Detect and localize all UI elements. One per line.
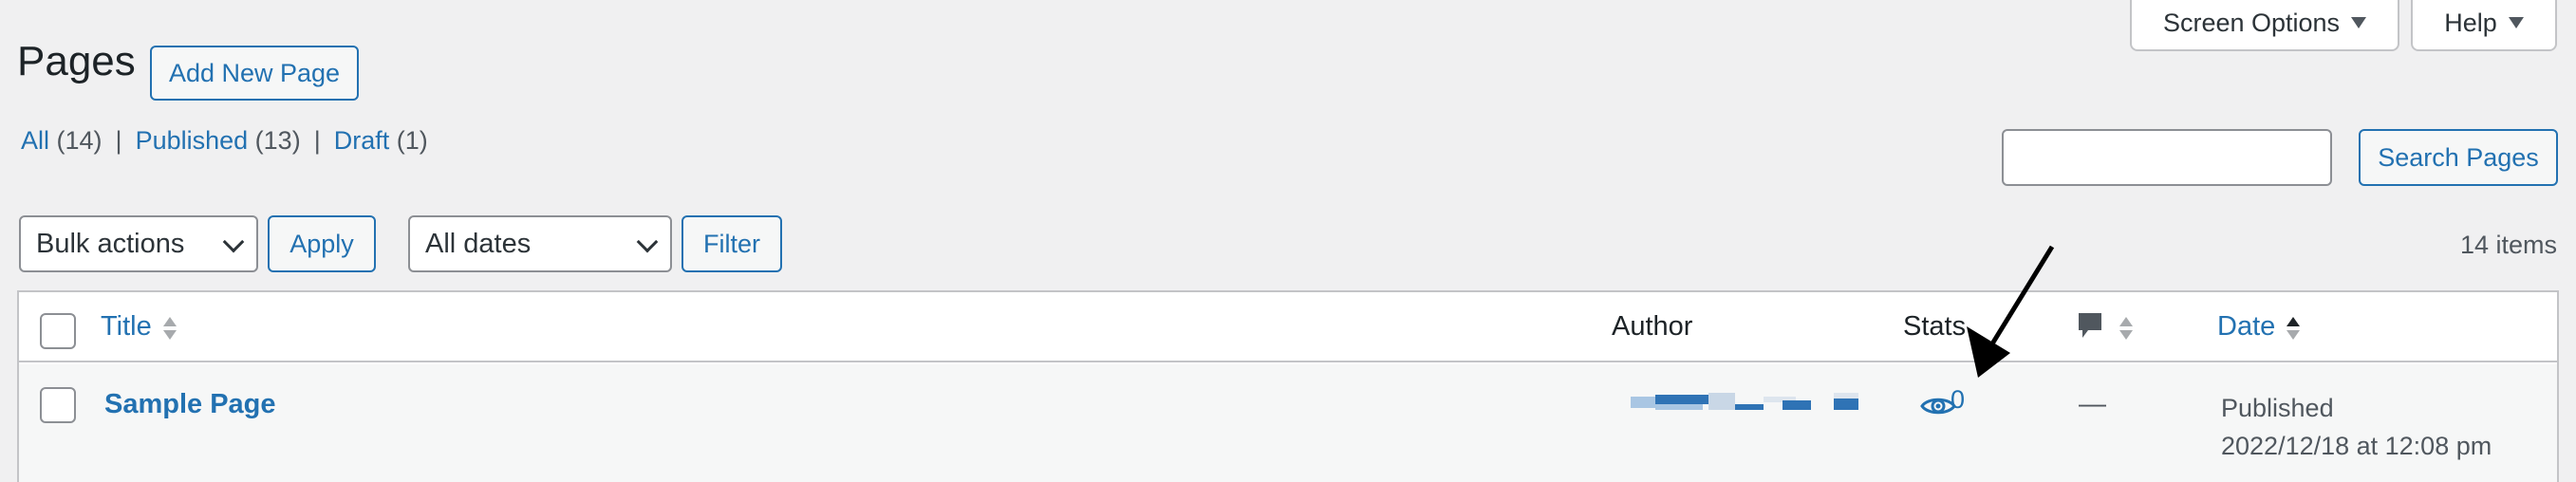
- filter-all-link[interactable]: All: [21, 126, 49, 155]
- row-date-value: 2022/12/18 at 12:08 pm: [2221, 432, 2492, 460]
- filter-button[interactable]: Filter: [681, 215, 782, 272]
- filter-published-link[interactable]: Published: [136, 126, 249, 155]
- comments-count: —: [2079, 389, 2106, 419]
- filter-separator: |: [313, 126, 321, 155]
- dates-select[interactable]: All dates: [408, 215, 672, 272]
- table-header: Title Author Stats Date: [19, 292, 2557, 362]
- help-tab[interactable]: Help: [2411, 0, 2557, 51]
- sort-down-icon: [163, 330, 177, 340]
- sort-up-icon: [2119, 317, 2133, 326]
- filter-draft-count: (1): [396, 126, 428, 155]
- caret-down-icon: [2351, 17, 2367, 28]
- chevron-down-icon: [636, 231, 659, 253]
- page-title: Pages: [17, 38, 136, 84]
- stats-views-link[interactable]: 0: [1951, 385, 1965, 415]
- caret-down-icon: [2508, 17, 2524, 28]
- sort-down-icon: [2119, 330, 2133, 340]
- chevron-down-icon: [222, 231, 245, 253]
- redacted-author: [1631, 393, 1858, 410]
- filter-all-count: (14): [56, 126, 103, 155]
- search-pages-button[interactable]: Search Pages: [2359, 129, 2558, 186]
- screen-options-label: Screen Options: [2162, 8, 2341, 37]
- select-all-checkbox[interactable]: [40, 313, 76, 349]
- table-row: Sample Page 0 — Published 2022/12/18 at …: [19, 364, 2557, 482]
- filter-draft-link[interactable]: Draft: [334, 126, 390, 155]
- filter-separator: |: [115, 126, 122, 155]
- status-filters: All (14) | Published (13) | Draft (1): [21, 126, 428, 156]
- comments-icon[interactable]: [2077, 311, 2103, 343]
- apply-button[interactable]: Apply: [268, 215, 376, 272]
- sort-up-icon: [163, 317, 177, 326]
- filter-published-count: (13): [254, 126, 301, 155]
- search-input[interactable]: [2002, 129, 2332, 186]
- help-label: Help: [2444, 8, 2497, 37]
- pages-table: Title Author Stats Date Sample Page 0 — …: [17, 290, 2559, 482]
- sort-down-icon: [2287, 330, 2300, 340]
- row-status: Published: [2221, 394, 2334, 422]
- column-author: Author: [1612, 311, 1693, 342]
- dates-value: All dates: [425, 228, 532, 259]
- row-title-link[interactable]: Sample Page: [104, 389, 276, 420]
- sort-up-icon: [2287, 317, 2300, 326]
- screen-options-tab[interactable]: Screen Options: [2130, 0, 2399, 51]
- bulk-actions-select[interactable]: Bulk actions: [19, 215, 258, 272]
- items-count: 14 items: [2459, 231, 2557, 259]
- column-date[interactable]: Date: [2217, 311, 2275, 343]
- add-new-page-button[interactable]: Add New Page: [150, 46, 359, 101]
- bulk-actions-value: Bulk actions: [36, 228, 185, 259]
- row-checkbox[interactable]: [40, 387, 76, 423]
- row-date: Published 2022/12/18 at 12:08 pm: [2221, 389, 2492, 465]
- column-title[interactable]: Title: [101, 311, 152, 343]
- column-stats: Stats: [1903, 311, 1967, 342]
